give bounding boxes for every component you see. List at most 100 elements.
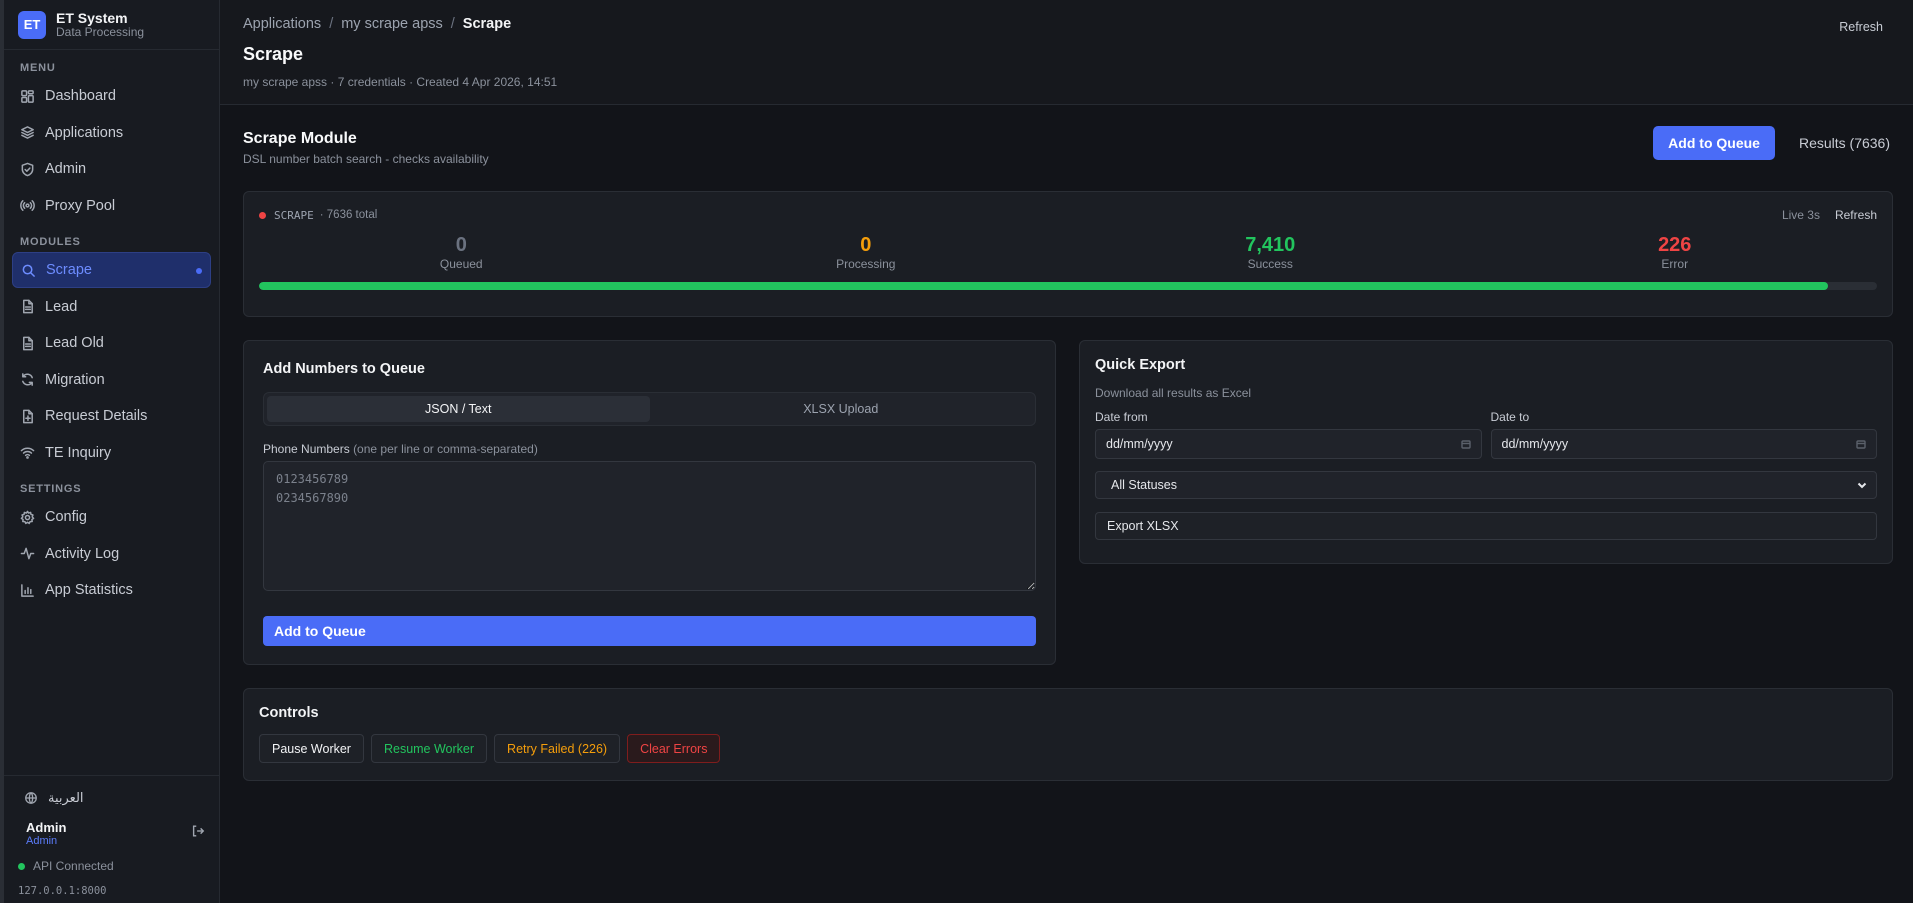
file-plus-icon: [23, 409, 33, 423]
file-icon: [23, 299, 33, 314]
stat-value: 7,410: [1245, 234, 1296, 256]
results-button[interactable]: Results (7636): [1799, 135, 1890, 151]
resume-worker-button[interactable]: Resume Worker: [370, 734, 488, 763]
sidebar-item-label: Admin: [45, 161, 87, 177]
calendar-icon[interactable]: [1856, 439, 1866, 449]
globe-icon: [25, 792, 37, 804]
breadcrumb-current: Scrape: [462, 16, 512, 32]
content-area: Scrape Module DSL number batch search - …: [220, 105, 1913, 781]
field-hint: (one per line or comma-separated): [353, 442, 538, 456]
card-title: Controls: [259, 705, 319, 721]
sidebar-item-label: Lead: [45, 298, 78, 315]
field-label-text: Phone Numbers: [263, 442, 350, 456]
stat-label: Success: [1247, 257, 1293, 271]
sidebar-item-te-inquiry[interactable]: TE Inquiry: [12, 435, 211, 471]
page-title: Scrape: [243, 44, 304, 64]
clear-errors-button[interactable]: Clear Errors: [627, 734, 721, 763]
stat-label: Queued: [439, 257, 483, 271]
sidebar-item-request-details[interactable]: Request Details: [12, 398, 211, 434]
sidebar-footer: العربية Admin Admin API Connected 127.0.…: [4, 775, 219, 903]
page-meta: my scrape apss · 7 credentials · Created…: [243, 75, 558, 89]
date-to-input[interactable]: dd/mm/yyyy: [1490, 429, 1877, 459]
sidebar-item-admin[interactable]: Admin: [12, 151, 211, 187]
phone-numbers-label: Phone Numbers (one per line or comma-sep…: [263, 442, 1036, 456]
logout-button[interactable]: [191, 824, 205, 843]
header-refresh-button[interactable]: Refresh: [1839, 20, 1883, 34]
sidebar-nav: MENU Dashboard Applications Admin Proxy …: [4, 50, 219, 609]
logout-icon: [192, 825, 205, 837]
sidebar-item-label: Scrape: [46, 262, 92, 278]
brand[interactable]: ET ET System Data Processing: [4, 0, 219, 50]
stat-success: 7,410 Success: [1068, 234, 1473, 271]
language-switcher[interactable]: العربية: [18, 788, 205, 808]
date-placeholder: dd/mm/yyyy: [1501, 437, 1569, 451]
sidebar-item-lead-old[interactable]: Lead Old: [12, 325, 211, 361]
brand-logo: ET: [18, 10, 46, 39]
gear-icon: [20, 510, 35, 524]
breadcrumb-separator: /: [329, 16, 334, 32]
stat-value: 226: [1658, 234, 1692, 256]
status-dot: [259, 211, 266, 219]
card-title: Add Numbers to Queue: [263, 361, 425, 377]
nav-section-settings: SETTINGS: [20, 483, 82, 495]
stats-total: · 7636 total: [319, 209, 378, 221]
sidebar-item-app-statistics[interactable]: App Statistics: [12, 572, 211, 608]
add-numbers-card: Add Numbers to Queue JSON / Text XLSX Up…: [243, 340, 1056, 665]
pause-worker-button[interactable]: Pause Worker: [259, 734, 364, 763]
sidebar-item-config[interactable]: Config: [12, 499, 211, 535]
sidebar-item-label: Proxy Pool: [45, 197, 116, 214]
nav-section-menu: MENU: [20, 62, 56, 74]
sidebar-item-proxy-pool[interactable]: Proxy Pool: [12, 188, 211, 224]
card-title: Quick Export: [1095, 357, 1186, 373]
stat-label: Error: [1661, 257, 1689, 271]
sidebar-item-lead[interactable]: Lead: [12, 289, 211, 325]
sidebar-item-dashboard[interactable]: Dashboard: [12, 78, 211, 114]
activity-icon: [20, 547, 35, 560]
api-status: API Connected: [18, 859, 205, 873]
sidebar-item-scrape[interactable]: Scrape: [12, 252, 211, 288]
stats-card: SCRAPE · 7636 total Live 3s Refresh 0 Qu…: [243, 191, 1893, 317]
sidebar-item-label: Lead Old: [45, 335, 104, 351]
stats-label: SCRAPE · 7636 total: [259, 209, 377, 222]
stats-refresh-button[interactable]: Refresh: [1835, 208, 1877, 222]
wifi-icon: [20, 447, 35, 459]
phone-numbers-input[interactable]: [263, 461, 1036, 591]
refresh-icon: [22, 373, 33, 386]
date-from-input[interactable]: dd/mm/yyyy: [1095, 429, 1482, 459]
stat-processing: 0 Processing: [664, 234, 1069, 271]
controls-card: Controls Pause Worker Resume Worker Retr…: [243, 688, 1893, 781]
stats-tag: SCRAPE: [274, 208, 314, 222]
brand-title: ET System: [56, 9, 128, 26]
bar-chart-icon: [21, 583, 34, 597]
add-to-queue-button[interactable]: Add to Queue: [1653, 126, 1775, 160]
module-header: Scrape Module DSL number batch search - …: [243, 105, 1893, 191]
sidebar-item-activity-log[interactable]: Activity Log: [12, 536, 211, 572]
sidebar-item-label: Activity Log: [45, 545, 120, 562]
nav-section-modules: MODULES: [20, 236, 81, 248]
grid-icon: [21, 89, 34, 103]
live-indicator[interactable]: Live 3s: [1782, 208, 1820, 222]
sidebar-item-applications[interactable]: Applications: [12, 115, 211, 151]
submit-add-to-queue-button[interactable]: Add to Queue: [263, 616, 1036, 646]
stat-queued: 0 Queued: [259, 234, 664, 271]
calendar-icon[interactable]: [1460, 439, 1471, 449]
user-role: Admin: [26, 835, 58, 847]
status-dot: [18, 862, 25, 870]
status-select[interactable]: All Statuses: [1095, 471, 1877, 499]
input-mode-tabs: JSON / Text XLSX Upload: [263, 392, 1036, 426]
tab-json-text[interactable]: JSON / Text: [267, 396, 650, 422]
stat-value: 0: [455, 234, 467, 256]
breadcrumb-applications[interactable]: Applications: [243, 16, 321, 32]
sidebar-item-label: Request Details: [45, 408, 148, 424]
tab-xlsx-upload[interactable]: XLSX Upload: [650, 396, 1033, 422]
module-title: Scrape Module: [243, 130, 357, 147]
date-to-label: Date to: [1490, 410, 1530, 424]
breadcrumb-app[interactable]: my scrape apss: [341, 16, 443, 32]
sidebar-item-label: TE Inquiry: [45, 444, 112, 461]
progress-bar: [259, 282, 1877, 290]
retry-failed-button[interactable]: Retry Failed (226): [494, 734, 621, 763]
sidebar-item-migration[interactable]: Migration: [12, 362, 211, 398]
sidebar-item-label: Applications: [45, 124, 124, 141]
export-xlsx-button[interactable]: Export XLSX: [1095, 512, 1877, 540]
brand-subtitle: Data Processing: [56, 24, 145, 39]
